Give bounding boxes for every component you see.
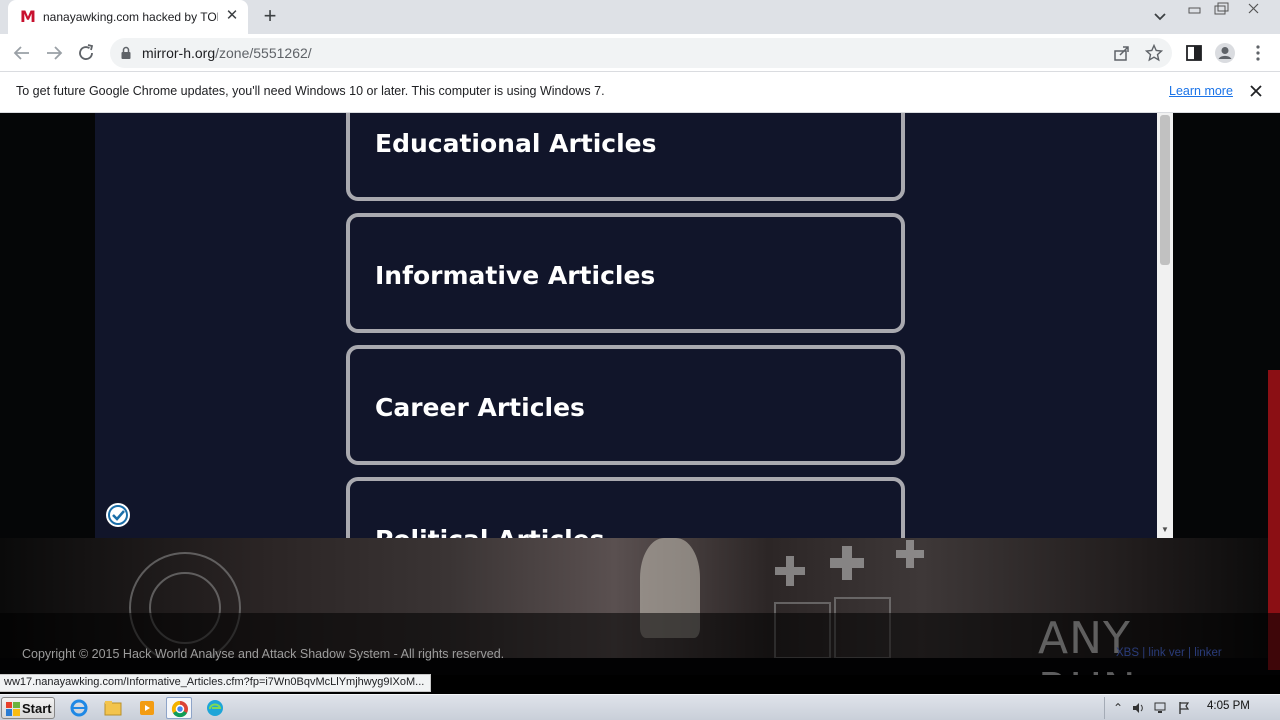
- profile-avatar-icon[interactable]: [1214, 42, 1236, 64]
- windows-logo-icon: [6, 702, 20, 716]
- tab-search-chevron-icon[interactable]: [1150, 8, 1170, 26]
- tab-close-icon[interactable]: ✕: [224, 8, 240, 24]
- card-political-articles[interactable]: Political Articles: [346, 477, 905, 538]
- chrome-taskbar-icon[interactable]: [166, 697, 192, 719]
- frame-scrollbar[interactable]: ▼: [1157, 113, 1173, 538]
- url-text: mirror-h.org/zone/5551262/: [142, 45, 312, 61]
- start-label: Start: [22, 701, 52, 716]
- taskbar-clock[interactable]: 4:05 PM: [1207, 700, 1250, 712]
- anyrun-watermark: ANY RUN: [1038, 613, 1136, 675]
- bookmark-star-icon[interactable]: [1144, 43, 1164, 62]
- footer-links[interactable]: XBS | link ver | linker: [1116, 647, 1222, 659]
- back-arrow-icon[interactable]: [10, 41, 34, 65]
- web-page: ANY RUN Copyright © 2015 Hack World Anal…: [0, 113, 1280, 675]
- update-infobar: To get future Google Chrome updates, you…: [0, 72, 1280, 113]
- action-center-flag-icon[interactable]: [1177, 701, 1191, 715]
- minimize-window-icon[interactable]: [1184, 2, 1206, 16]
- side-panel-icon[interactable]: [1183, 42, 1205, 64]
- card-informative-articles[interactable]: Informative Articles: [346, 213, 905, 333]
- card-label: Informative Articles: [375, 261, 656, 290]
- network-icon[interactable]: [1153, 701, 1167, 715]
- card-label: Career Articles: [375, 393, 585, 422]
- start-button[interactable]: Start: [1, 697, 55, 719]
- address-bar[interactable]: mirror-h.org/zone/5551262/: [110, 38, 1172, 68]
- url-path: /zone/5551262/: [215, 45, 312, 61]
- tab-strip: M nanayawking.com hacked by TOMODACHI ✕ …: [0, 0, 1280, 34]
- learn-more-link[interactable]: Learn more: [1169, 84, 1233, 98]
- volume-icon[interactable]: [1131, 701, 1145, 715]
- infobar-message: To get future Google Chrome updates, you…: [16, 84, 605, 98]
- reload-icon[interactable]: [74, 41, 98, 65]
- articles-frame: Educational Articles Informative Article…: [95, 113, 1173, 538]
- browser-tab[interactable]: M nanayawking.com hacked by TOMODACHI ✕: [8, 0, 248, 34]
- system-tray: ⌃: [1104, 697, 1280, 719]
- edge-icon[interactable]: [202, 697, 228, 719]
- file-explorer-icon[interactable]: [100, 697, 126, 719]
- forward-arrow-icon[interactable]: [42, 41, 66, 65]
- restore-window-icon[interactable]: [1210, 2, 1232, 16]
- card-educational-articles[interactable]: Educational Articles: [346, 113, 905, 201]
- close-window-icon[interactable]: [1243, 2, 1265, 16]
- infobar-close-icon[interactable]: [1248, 83, 1264, 99]
- card-label: Educational Articles: [375, 129, 657, 158]
- url-host: mirror-h.org: [142, 45, 216, 61]
- card-career-articles[interactable]: Career Articles: [346, 345, 905, 465]
- tab-title: nanayawking.com hacked by TOMODACHI: [43, 10, 218, 24]
- kebab-menu-icon[interactable]: [1247, 42, 1269, 64]
- share-icon[interactable]: [1113, 44, 1131, 62]
- scrollbar-thumb[interactable]: [1160, 115, 1170, 265]
- lock-icon: [120, 46, 132, 60]
- tray-expand-arrow-icon[interactable]: ⌃: [1111, 701, 1125, 715]
- copyright-text: Copyright © 2015 Hack World Analyse and …: [22, 647, 505, 661]
- new-tab-button[interactable]: +: [258, 5, 282, 29]
- card-label: Political Articles: [375, 525, 605, 538]
- scroll-down-arrow-icon[interactable]: ▼: [1161, 525, 1169, 534]
- media-player-icon[interactable]: [134, 697, 160, 719]
- status-bubble-url: ww17.nanayawking.com/Informative_Article…: [0, 674, 432, 692]
- browser-toolbar: mirror-h.org/zone/5551262/: [0, 34, 1280, 72]
- verified-check-icon[interactable]: [105, 502, 131, 528]
- internet-explorer-icon[interactable]: [66, 697, 92, 719]
- windows-taskbar: Start ⌃ 4:05 PM: [0, 694, 1280, 720]
- site-favicon-icon: M: [20, 7, 36, 26]
